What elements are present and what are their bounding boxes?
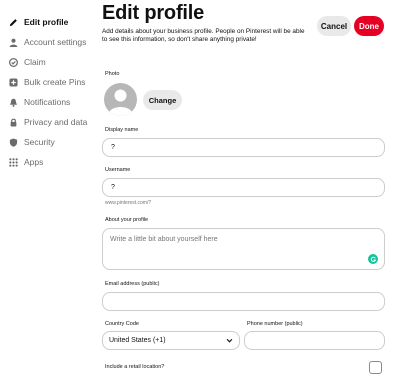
email-field[interactable] [102,292,385,311]
phone-label: Phone number (public) [247,321,303,327]
done-button[interactable]: Done [354,16,384,36]
sidebar-item-label: Apps [24,157,44,167]
default-avatar-icon [108,89,133,116]
sidebar-item-security[interactable]: Security [8,132,100,152]
person-icon [8,37,18,47]
retail-location-label: Include a retail location? [105,364,165,370]
retail-location-checkbox[interactable] [369,361,382,374]
grammarly-icon[interactable] [368,254,378,264]
sidebar-item-privacy-and-data[interactable]: Privacy and data [8,112,100,132]
lock-icon [8,117,18,127]
sidebar-item-label: Bulk create Pins [24,77,86,87]
sidebar-item-label: Security [24,137,55,147]
about-placeholder: Write a little bit about yourself here [110,236,218,243]
username-label: Username [105,167,131,173]
plus-box-icon [8,77,18,87]
intro-text: Add details about your business profile.… [102,28,305,43]
chevron-down-icon [226,338,233,343]
country-code-value: United States (+1) [109,337,166,344]
sidebar-item-notifications[interactable]: Notifications [8,92,100,112]
change-photo-button[interactable]: Change [143,90,182,110]
pencil-icon [8,17,18,27]
bell-icon [8,97,18,107]
country-code-select[interactable]: United States (+1) [102,331,240,350]
settings-sidebar: Edit profile Account settings Claim Bulk… [8,12,100,172]
shield-icon [8,137,18,147]
about-textarea[interactable]: Write a little bit about yourself here [102,228,385,270]
sidebar-item-label: Claim [24,57,46,67]
sidebar-item-label: Privacy and data [24,117,88,127]
sidebar-item-bulk-create-pins[interactable]: Bulk create Pins [8,72,100,92]
page-title: Edit profile [102,2,205,24]
username-value: ? [111,184,115,191]
sidebar-item-claim[interactable]: Claim [8,52,100,72]
username-field[interactable]: ? [102,178,385,197]
edit-profile-form: Edit profile Add details about your busi… [102,0,387,375]
cancel-button[interactable]: Cancel [317,16,351,36]
email-label: Email address (public) [105,281,160,287]
sidebar-item-edit-profile[interactable]: Edit profile [8,12,100,32]
country-code-label: Country Code [105,321,139,327]
avatar [104,83,137,116]
sidebar-item-account-settings[interactable]: Account settings [8,32,100,52]
username-hint: www.pinterest.com/? [105,200,152,206]
sidebar-item-label: Account settings [24,37,87,47]
claim-icon [8,57,18,67]
sidebar-item-label: Edit profile [24,17,69,27]
phone-number-field[interactable] [244,331,385,350]
grid-icon [8,157,18,167]
about-label: About your profile [105,217,149,223]
photo-label: Photo [105,71,120,77]
sidebar-item-apps[interactable]: Apps [8,152,100,172]
display-name-field[interactable]: ? [102,138,385,157]
display-name-value: ? [111,144,115,151]
sidebar-item-label: Notifications [24,97,71,107]
display-name-label: Display name [105,127,139,133]
